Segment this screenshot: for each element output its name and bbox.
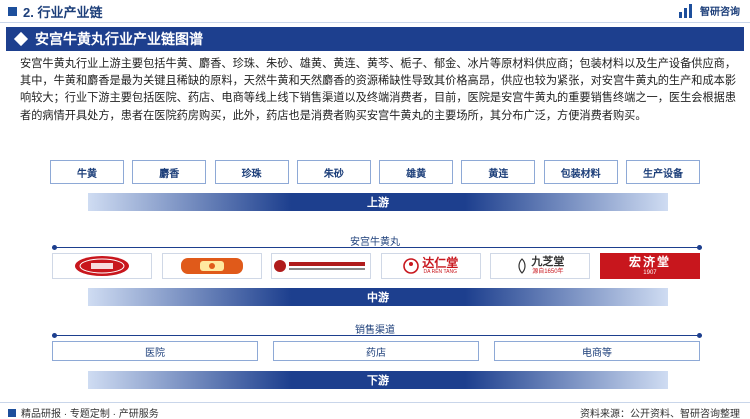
upstream-items: 牛黄 麝香 珍珠 朱砂 雄黄 黄连 包装材料 生产设备 (50, 160, 700, 184)
red-seal-logo-icon (75, 256, 129, 276)
downstream-items: 医院 药店 电商等 (52, 341, 700, 361)
midstream-line (52, 245, 702, 250)
upstream-item: 麝香 (132, 160, 207, 184)
brand-logos: 达仁堂 DA REN TANG 九芝堂 源自1650年 宏济堂 1907 (52, 253, 700, 279)
section-marker-icon (8, 6, 17, 16)
footer-slogan: 精品研报 · 专题定制 · 产研服务 (21, 409, 159, 419)
upstream-band: 上游 (88, 193, 668, 211)
darentang-name: 达仁堂 (422, 255, 459, 270)
brand-logo-1 (52, 253, 152, 279)
top-divider (0, 22, 750, 23)
upstream-item: 包装材料 (543, 160, 618, 184)
brand-logo-3 (271, 253, 372, 279)
upstream-item: 朱砂 (296, 160, 371, 184)
footer-source: 资料来源：公开资料、智研咨询整理 (580, 409, 740, 419)
orange-logo-icon (180, 258, 243, 274)
upstream-item: 雄黄 (379, 160, 454, 184)
description-paragraph: 安宫牛黄丸行业上游主要包括牛黄、麝香、珍珠、朱砂、雄黄、黄连、黄芩、栀子、郁金、… (20, 58, 737, 122)
bottom-divider (0, 402, 750, 403)
upstream-item: 生产设备 (625, 160, 700, 184)
brand-name: 智研咨询 (700, 7, 740, 18)
midstream-label: 安宫牛黄丸 (350, 237, 400, 248)
upstream-item: 黄连 (461, 160, 536, 184)
downstream-label: 销售渠道 (355, 325, 395, 336)
brand-logo-darentang: 达仁堂 DA REN TANG (380, 253, 481, 279)
downstream-line (52, 333, 702, 338)
jiuzhitang-mark-icon (518, 258, 526, 274)
downstream-band: 下游 (88, 371, 668, 389)
top-bar: 2. 行业产业链 (0, 0, 750, 22)
pharma-seal-logo-icon (274, 260, 366, 272)
jiuzhitang-sub: 源自1650年 (532, 269, 564, 275)
upstream-item: 牛黄 (50, 160, 124, 184)
brand-logo-hongjitang: 宏济堂 1907 (599, 253, 700, 279)
downstream-item: 医院 (52, 341, 258, 361)
downstream-item: 电商等 (494, 341, 700, 361)
midstream-band: 中游 (88, 288, 668, 306)
diamond-icon (13, 31, 29, 47)
footer-marker-icon (8, 408, 16, 417)
upstream-item: 珍珠 (214, 160, 289, 184)
brand-logo-2 (161, 253, 262, 279)
jiuzhitang-name: 九芝堂 (531, 256, 565, 268)
downstream-item: 药店 (273, 341, 479, 361)
section-title: 2. 行业产业链 (23, 4, 103, 20)
darentang-mark-icon (403, 258, 420, 274)
hongjitang-sub: 1907 (643, 269, 657, 276)
brand: 智研咨询 (679, 3, 740, 18)
darentang-sub: DA REN TANG (423, 268, 457, 275)
footer-left: 精品研报 · 专题定制 · 产研服务 (8, 405, 159, 419)
brand-logo-icon (679, 3, 697, 18)
hongjitang-name: 宏济堂 (628, 254, 671, 269)
page-title: 安宫牛黄丸行业产业链图谱 (35, 31, 203, 47)
brand-logo-jiuzhitang: 九芝堂 源自1650年 (490, 253, 591, 279)
title-bar: 安宫牛黄丸行业产业链图谱 (6, 27, 744, 51)
